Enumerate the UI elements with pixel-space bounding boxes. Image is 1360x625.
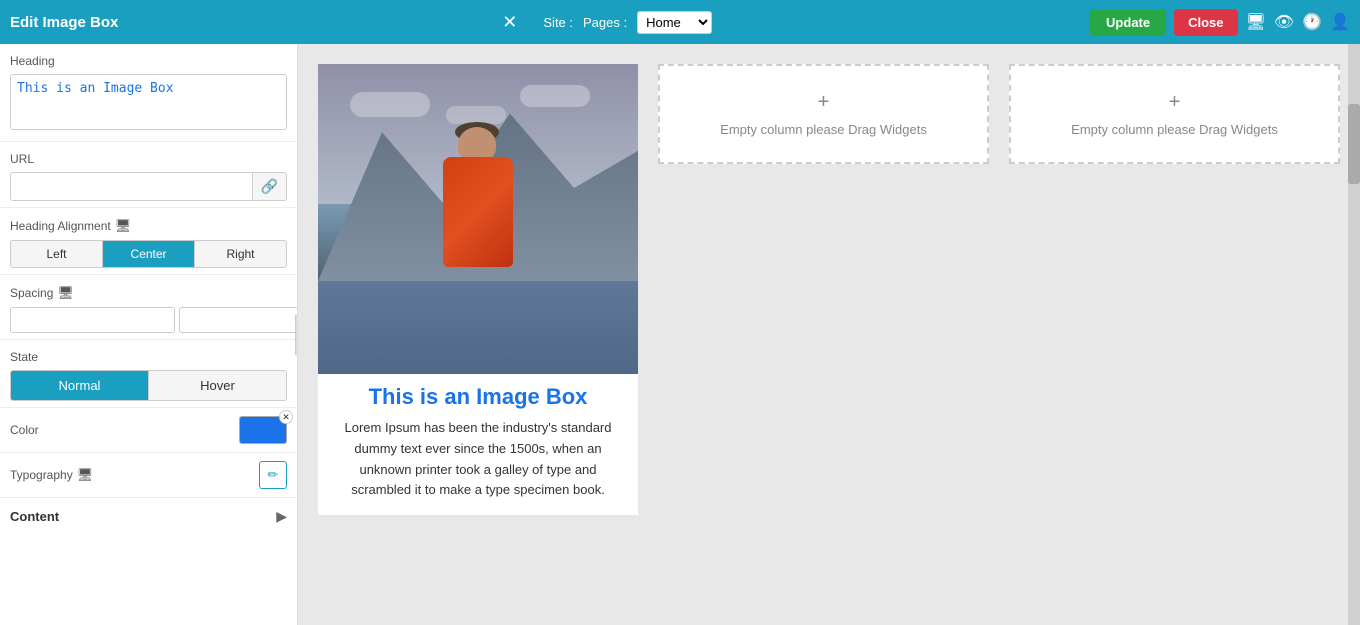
url-input-row: 🔗 bbox=[10, 172, 287, 201]
close-panel-button[interactable]: ✕ bbox=[496, 12, 523, 33]
url-label: URL bbox=[10, 152, 287, 166]
cloud-1 bbox=[350, 92, 430, 117]
heading-label: Heading bbox=[10, 54, 287, 68]
canvas-area: This is an Image Box Lorem Ipsum has bee… bbox=[298, 44, 1360, 535]
water bbox=[318, 281, 638, 374]
left-panel: Heading This is an Image Box URL 🔗 Headi… bbox=[0, 44, 298, 625]
close-button[interactable]: Close bbox=[1174, 9, 1237, 36]
user-icon[interactable]: 👤 bbox=[1330, 12, 1350, 32]
spacing-input-1[interactable] bbox=[10, 307, 175, 333]
color-row: Color ✕ bbox=[0, 408, 297, 453]
alignment-section: Heading Alignment 🖥 Left Center Right bbox=[0, 208, 297, 275]
cloud-3 bbox=[520, 85, 590, 107]
url-section: URL 🔗 bbox=[0, 142, 297, 208]
image-box-image bbox=[318, 64, 638, 374]
empty-col-1[interactable]: + Empty column please Drag Widgets bbox=[658, 64, 989, 164]
empty-col-1-plus: + bbox=[818, 91, 830, 114]
spacing-inputs: 🔗 bbox=[10, 307, 287, 333]
heading-textarea[interactable]: This is an Image Box bbox=[10, 74, 287, 130]
alignment-label: Heading Alignment 🖥 bbox=[10, 218, 287, 234]
empty-col-2-plus: + bbox=[1169, 91, 1181, 114]
empty-columns-container: + Empty column please Drag Widgets + Emp… bbox=[658, 64, 1340, 164]
monitor-small-icon: 🖥 bbox=[115, 218, 132, 234]
typography-monitor-icon: 🖥 bbox=[77, 467, 94, 483]
history-icon[interactable]: 🕐 bbox=[1302, 12, 1322, 32]
content-label: Content bbox=[10, 509, 59, 524]
empty-columns-row: + Empty column please Drag Widgets + Emp… bbox=[658, 64, 1340, 164]
cloud-2 bbox=[446, 106, 506, 124]
color-swatch-container: ✕ bbox=[239, 416, 287, 444]
state-normal-button[interactable]: Normal bbox=[11, 371, 149, 400]
image-box-heading: This is an Image Box bbox=[332, 384, 624, 410]
spacing-input-2[interactable] bbox=[179, 307, 298, 333]
alignment-buttons: Left Center Right bbox=[10, 240, 287, 268]
state-hover-button[interactable]: Hover bbox=[149, 371, 286, 400]
scene bbox=[318, 64, 638, 374]
right-scrollbar[interactable] bbox=[1348, 44, 1360, 625]
color-close-button[interactable]: ✕ bbox=[279, 410, 293, 424]
pages-label: Pages : bbox=[583, 15, 627, 30]
empty-col-2[interactable]: + Empty column please Drag Widgets bbox=[1009, 64, 1340, 164]
heading-section: Heading This is an Image Box bbox=[0, 44, 297, 142]
image-box-widget: This is an Image Box Lorem Ipsum has bee… bbox=[318, 64, 638, 515]
empty-col-1-text: Empty column please Drag Widgets bbox=[720, 122, 927, 137]
color-label: Color bbox=[10, 423, 39, 437]
url-input[interactable] bbox=[11, 174, 252, 199]
right-content: This is an Image Box Lorem Ipsum has bee… bbox=[298, 44, 1360, 625]
typography-label: Typography 🖥 bbox=[10, 467, 93, 483]
align-left-button[interactable]: Left bbox=[11, 241, 103, 267]
pages-dropdown[interactable]: Home About Contact bbox=[637, 11, 712, 34]
site-label: Site : bbox=[543, 15, 573, 30]
desktop-icon[interactable]: 🖥 bbox=[1246, 12, 1266, 32]
state-label: State bbox=[10, 350, 287, 364]
person-backpack bbox=[443, 157, 513, 267]
align-center-button[interactable]: Center bbox=[103, 241, 195, 267]
align-right-button[interactable]: Right bbox=[195, 241, 286, 267]
spacing-section: Spacing 🖥 🔗 bbox=[0, 275, 297, 340]
state-section: State Normal Hover bbox=[0, 340, 297, 408]
image-box-text: Lorem Ipsum has been the industry's stan… bbox=[332, 418, 624, 501]
content-expand-icon: ▶ bbox=[276, 508, 287, 525]
spacing-label: Spacing 🖥 bbox=[10, 285, 287, 301]
typography-row: Typography 🖥 ✏ bbox=[0, 453, 297, 498]
scrollbar-thumb[interactable] bbox=[1348, 104, 1360, 184]
topbar: Edit Image Box ✕ Site : Pages : Home Abo… bbox=[0, 0, 1360, 44]
state-buttons: Normal Hover bbox=[10, 370, 287, 401]
main-layout: Heading This is an Image Box URL 🔗 Headi… bbox=[0, 44, 1360, 625]
empty-col-2-text: Empty column please Drag Widgets bbox=[1071, 122, 1278, 137]
typography-edit-button[interactable]: ✏ bbox=[259, 461, 287, 489]
content-section[interactable]: Content ▶ bbox=[0, 498, 297, 535]
spacing-monitor-icon: 🖥 bbox=[57, 285, 74, 301]
link-icon: 🔗 bbox=[252, 173, 286, 200]
eye-icon[interactable]: 👁 bbox=[1274, 12, 1294, 32]
person bbox=[433, 127, 523, 287]
update-button[interactable]: Update bbox=[1090, 9, 1166, 36]
image-box-content: This is an Image Box Lorem Ipsum has bee… bbox=[318, 374, 638, 515]
topbar-title: Edit Image Box bbox=[10, 14, 118, 31]
topbar-actions: Update Close 🖥 👁 🕐 👤 bbox=[1090, 9, 1350, 36]
